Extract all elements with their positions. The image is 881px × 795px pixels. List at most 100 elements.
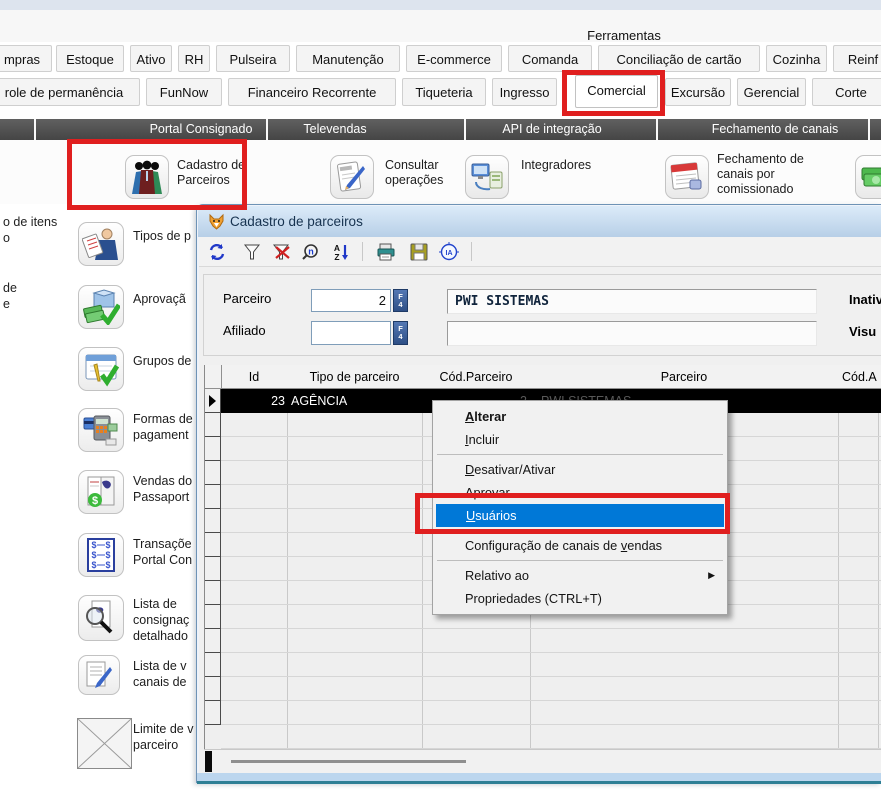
search-icon: n xyxy=(302,243,322,261)
toolbar-separator xyxy=(362,242,363,261)
afiliado-input[interactable] xyxy=(311,321,391,345)
fechamento-canais-button[interactable] xyxy=(665,155,709,199)
tab-pulseira[interactable]: Pulseira xyxy=(216,45,290,72)
ia-button[interactable]: IA xyxy=(438,242,460,262)
limite-venda-label[interactable]: Limite de vparceiro xyxy=(133,721,193,753)
column-header-parceiro[interactable]: Parceiro xyxy=(530,365,838,389)
tab-manutencao[interactable]: Manutenção xyxy=(296,45,400,72)
aprovacao-label[interactable]: Aprovaçã xyxy=(133,291,186,307)
tab-excursao[interactable]: Excursão xyxy=(665,78,731,106)
parceiro-input[interactable]: 2 xyxy=(311,289,391,312)
horizontal-scrollbar[interactable] xyxy=(204,749,881,773)
tab-conciliacao-cartao[interactable]: Conciliação de cartão xyxy=(598,45,760,72)
svg-text:$: $ xyxy=(91,560,96,570)
title-strip xyxy=(0,0,881,10)
lista-consignacao-label[interactable]: Lista deconsignaçdetalhado xyxy=(133,596,189,644)
grupos-button[interactable] xyxy=(78,347,124,391)
column-header-id[interactable]: Id xyxy=(221,365,287,389)
grid-empty-row[interactable] xyxy=(221,653,881,677)
vendas-passaporte-label[interactable]: Vendas doPassaport xyxy=(133,473,192,505)
computers-icon xyxy=(468,158,506,196)
scrollbar-thumb[interactable] xyxy=(205,751,212,772)
dialog-titlebar[interactable]: Cadastro de parceiros xyxy=(198,206,881,237)
grid-empty-row[interactable] xyxy=(221,677,881,701)
menu-item-relativo-ao[interactable]: Relativo ao▶ xyxy=(435,564,725,587)
grid-column-line xyxy=(221,365,222,389)
tab-ecommerce[interactable]: E-commerce xyxy=(406,45,502,72)
tab-controle-permanencia[interactable]: role de permanência xyxy=(0,78,140,106)
money-icon xyxy=(860,160,881,194)
menu-item-desativar-ativar[interactable]: Desativar/Ativar xyxy=(435,458,725,481)
tab-corte[interactable]: Corte xyxy=(812,78,881,106)
afiliado-f4-button[interactable]: F4 xyxy=(393,321,408,345)
ia-chip-icon: IA xyxy=(439,242,459,262)
lista-consignacao-button[interactable] xyxy=(78,595,124,641)
filter-button[interactable] xyxy=(241,242,263,262)
print-button[interactable] xyxy=(375,242,397,262)
limite-venda-placeholder-icon[interactable] xyxy=(77,718,132,769)
fechamento-canais-label[interactable]: Fechamento decanais porcomissionado xyxy=(717,152,804,197)
transactions-icon: $ $ $ $ $ $ xyxy=(82,537,120,573)
tipos-parceiro-label[interactable]: Tipos de p xyxy=(133,228,191,244)
lista-vendas-canais-label[interactable]: Lista de vcanais de xyxy=(133,658,187,690)
vendas-passaporte-button[interactable]: $ xyxy=(78,470,124,514)
parceiro-f4-button[interactable]: F4 xyxy=(393,289,408,312)
truncated-label: o xyxy=(3,231,10,245)
tab-compras[interactable]: mpras xyxy=(0,45,52,72)
grid-empty-row[interactable] xyxy=(221,701,881,725)
formas-pagamento-button[interactable] xyxy=(78,408,124,452)
money-button-partial[interactable] xyxy=(855,155,881,199)
tab-rh[interactable]: RH xyxy=(178,45,210,72)
ribbon-separator xyxy=(656,119,658,140)
tab-reinf[interactable]: Reinf xyxy=(833,45,881,72)
column-header-tipo[interactable]: Tipo de parceiro xyxy=(287,365,422,389)
ribbon-separator xyxy=(34,119,36,140)
integradores-label[interactable]: Integradores xyxy=(521,158,591,173)
consultar-operacoes-label[interactable]: Consultaroperações xyxy=(385,158,443,188)
tab-gerencial[interactable]: Gerencial xyxy=(737,78,806,106)
tab-funnow[interactable]: FunNow xyxy=(146,78,222,106)
menu-item-alterar[interactable]: Alterar xyxy=(435,405,725,428)
refresh-icon xyxy=(208,243,226,261)
find-button[interactable]: n xyxy=(301,242,323,262)
afiliado-label: Afiliado xyxy=(223,323,266,338)
tab-estoque[interactable]: Estoque xyxy=(56,45,124,72)
aprovacao-button[interactable] xyxy=(78,285,124,329)
tab-ingresso[interactable]: Ingresso xyxy=(492,78,557,106)
clear-filter-icon xyxy=(272,243,292,261)
column-header-cod-parceiro[interactable]: Cód.Parceiro xyxy=(422,365,530,389)
tab-financeiro-recorrente[interactable]: Financeiro Recorrente xyxy=(228,78,396,106)
clear-filter-button[interactable] xyxy=(271,242,293,262)
lista-vendas-canais-button[interactable] xyxy=(78,655,120,695)
save-icon xyxy=(410,243,428,261)
grid-empty-row[interactable] xyxy=(221,629,881,653)
grid-header[interactable]: Id Tipo de parceiro Cód.Parceiro Parceir… xyxy=(205,365,881,389)
menu-item-incluir[interactable]: Incluir xyxy=(435,428,725,451)
tab-ativo[interactable]: Ativo xyxy=(130,45,172,72)
tipos-parceiro-button[interactable] xyxy=(78,222,124,266)
ribbon-section-televendas: Televendas xyxy=(250,119,420,140)
refresh-button[interactable] xyxy=(206,242,228,262)
card-terminal-icon xyxy=(82,412,120,448)
column-header-cod-a[interactable]: Cód.A xyxy=(842,365,881,389)
menu-item-propriedades[interactable]: Propriedades (CTRL+T) xyxy=(435,587,725,610)
svg-text:$: $ xyxy=(105,550,110,560)
save-button[interactable] xyxy=(408,242,430,262)
consultar-operacoes-button[interactable] xyxy=(330,155,374,199)
grupos-label[interactable]: Grupos de xyxy=(133,353,191,369)
sort-button[interactable]: A Z xyxy=(331,242,353,262)
transacoes-portal-label[interactable]: TransaçõePortal Con xyxy=(133,536,192,568)
ribbon-section-fechamento-canais: Fechamento de canais xyxy=(690,119,860,140)
tab-comanda[interactable]: Comanda xyxy=(508,45,592,72)
approve-box-icon xyxy=(82,289,120,325)
ribbon-section-api-integracao: API de integração xyxy=(467,119,637,140)
formas-pagamento-label[interactable]: Formas depagament xyxy=(133,411,193,443)
ribbon-separator xyxy=(868,119,870,140)
tab-tiqueteria[interactable]: Tiqueteria xyxy=(402,78,486,106)
integradores-button[interactable] xyxy=(465,155,509,199)
transacoes-portal-button[interactable]: $ $ $ $ $ $ xyxy=(78,533,124,577)
calendar-icon xyxy=(668,158,706,196)
menu-item-configuracao-canais[interactable]: Configuração de canais de vendas xyxy=(435,534,725,557)
tab-cozinha[interactable]: Cozinha xyxy=(766,45,827,72)
grid-empty-row[interactable] xyxy=(221,725,881,749)
